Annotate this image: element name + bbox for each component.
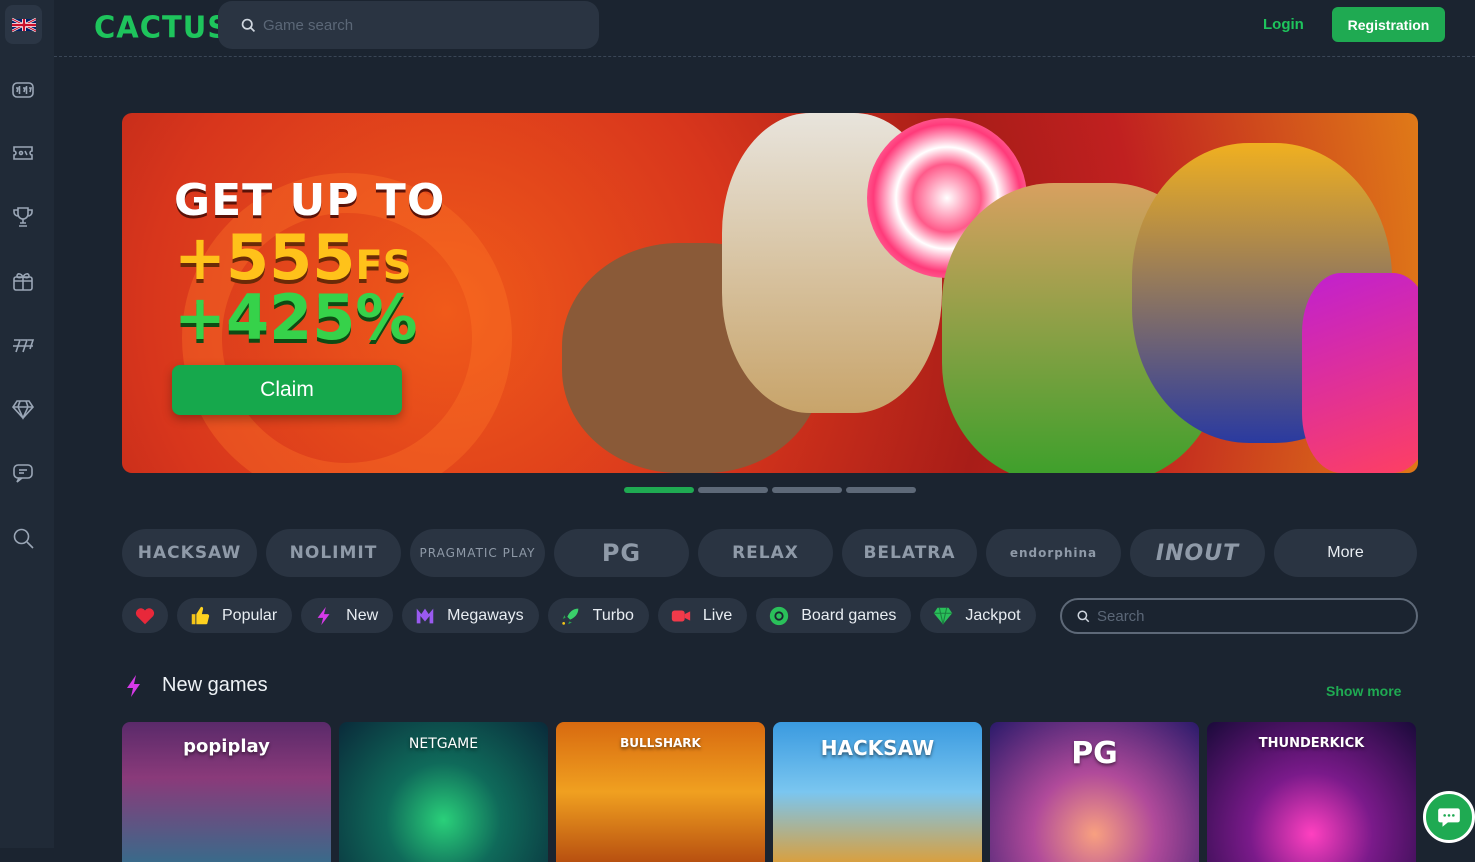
- lightning-icon: [127, 675, 140, 697]
- provider-pragmatic[interactable]: PRAGMATIC PLAY: [410, 529, 545, 577]
- live-camera-icon: [670, 605, 692, 627]
- category-label: New: [346, 606, 379, 624]
- game-card[interactable]: BULLSHARK: [556, 722, 765, 862]
- game-search-field[interactable]: [218, 1, 599, 49]
- diamond-icon[interactable]: [10, 396, 35, 421]
- providers-more-button[interactable]: More: [1274, 529, 1417, 577]
- language-flag-icon[interactable]: [5, 5, 42, 44]
- category-live[interactable]: Live: [657, 598, 748, 633]
- category-label: Popular: [222, 606, 278, 624]
- provider-nolimit[interactable]: NOLIMIT: [266, 529, 401, 577]
- category-board-games[interactable]: Board games: [756, 598, 912, 633]
- heart-icon: [134, 605, 156, 627]
- provider-endorphina[interactable]: endorphina: [986, 529, 1121, 577]
- gift-icon[interactable]: [10, 268, 35, 293]
- favorites-filter[interactable]: [122, 598, 168, 633]
- game-card[interactable]: HACKSAW: [773, 722, 982, 862]
- category-turbo[interactable]: Turbo: [547, 598, 649, 633]
- game-card[interactable]: NETGAME: [339, 722, 548, 862]
- provider-hacksaw[interactable]: HACKSAW: [122, 529, 257, 577]
- rocket-icon: [560, 605, 582, 627]
- slide-indicator[interactable]: [624, 487, 694, 493]
- game-card[interactable]: popiplay: [122, 722, 331, 862]
- sevens-icon[interactable]: [10, 333, 35, 358]
- category-search-input[interactable]: [1097, 607, 1397, 625]
- game-provider-label: popiplay: [183, 736, 270, 757]
- banner-gem-art: [1302, 273, 1418, 473]
- category-new[interactable]: New: [301, 598, 394, 633]
- claim-button[interactable]: Claim: [172, 365, 402, 415]
- slots-icon[interactable]: [10, 77, 35, 102]
- chat-icon[interactable]: [10, 460, 35, 485]
- category-label: Jackpot: [965, 606, 1021, 624]
- category-label: Megaways: [447, 606, 524, 624]
- game-provider-label: HACKSAW: [820, 736, 935, 760]
- search-icon[interactable]: [10, 525, 35, 550]
- lightning-icon: [313, 605, 335, 627]
- show-more-link[interactable]: Show more: [1326, 683, 1401, 699]
- game-provider-label: NETGAME: [408, 736, 479, 752]
- megaways-icon: [414, 605, 436, 627]
- category-label: Turbo: [592, 606, 634, 624]
- provider-list: HACKSAW NOLIMIT PRAGMATIC PLAY PG RELAX …: [122, 529, 1417, 577]
- category-label: Live: [702, 606, 733, 624]
- category-jackpot[interactable]: Jackpot: [920, 598, 1036, 633]
- promo-banner[interactable]: GET UP TO +555FS +425% Claim: [122, 113, 1418, 473]
- chat-bubble-icon: [1438, 808, 1460, 827]
- game-card[interactable]: PG: [990, 722, 1199, 862]
- tickets-icon[interactable]: [10, 140, 35, 165]
- support-chat-button[interactable]: [1423, 791, 1475, 843]
- login-link[interactable]: Login: [1263, 16, 1304, 33]
- category-popular[interactable]: Popular: [177, 598, 293, 633]
- category-label: Board games: [801, 606, 897, 624]
- logo[interactable]: CACTUS: [94, 9, 229, 45]
- game-provider-label: PG: [1071, 736, 1118, 771]
- slide-indicator[interactable]: [772, 487, 842, 493]
- slide-indicator[interactable]: [698, 487, 768, 493]
- sidebar: [0, 0, 54, 848]
- trophy-icon[interactable]: [10, 204, 35, 229]
- gem-icon: [932, 605, 954, 627]
- banner-pagination: [624, 487, 916, 493]
- game-provider-label: THUNDERKICK: [1258, 736, 1365, 751]
- registration-button[interactable]: Registration: [1332, 7, 1445, 42]
- search-icon: [241, 18, 256, 32]
- section-title: New games: [162, 674, 268, 696]
- top-bar: CACTUS Login Registration: [54, 0, 1475, 57]
- thumbs-up-icon: [189, 605, 211, 627]
- game-provider-label: BULLSHARK: [620, 736, 701, 750]
- provider-pg[interactable]: PG: [554, 529, 689, 577]
- category-search-field[interactable]: [1060, 598, 1418, 634]
- game-search-input[interactable]: [263, 16, 563, 34]
- game-card[interactable]: THUNDERKICK: [1207, 722, 1416, 862]
- board-games-icon: [768, 605, 790, 627]
- provider-relax[interactable]: RELAX: [698, 529, 833, 577]
- provider-belatra[interactable]: BELATRA: [842, 529, 977, 577]
- slide-indicator[interactable]: [846, 487, 916, 493]
- category-filters: Popular New Megaways Turbo Live Board ga…: [122, 598, 1036, 633]
- provider-inout[interactable]: INOUT: [1130, 529, 1265, 577]
- category-megaways[interactable]: Megaways: [402, 598, 539, 633]
- banner-bonus-percent: +425%: [174, 281, 418, 354]
- banner-headline: GET UP TO: [174, 175, 446, 226]
- search-icon: [1077, 610, 1090, 622]
- game-grid: popiplay NETGAME BULLSHARK HACKSAW PG TH…: [122, 722, 1416, 862]
